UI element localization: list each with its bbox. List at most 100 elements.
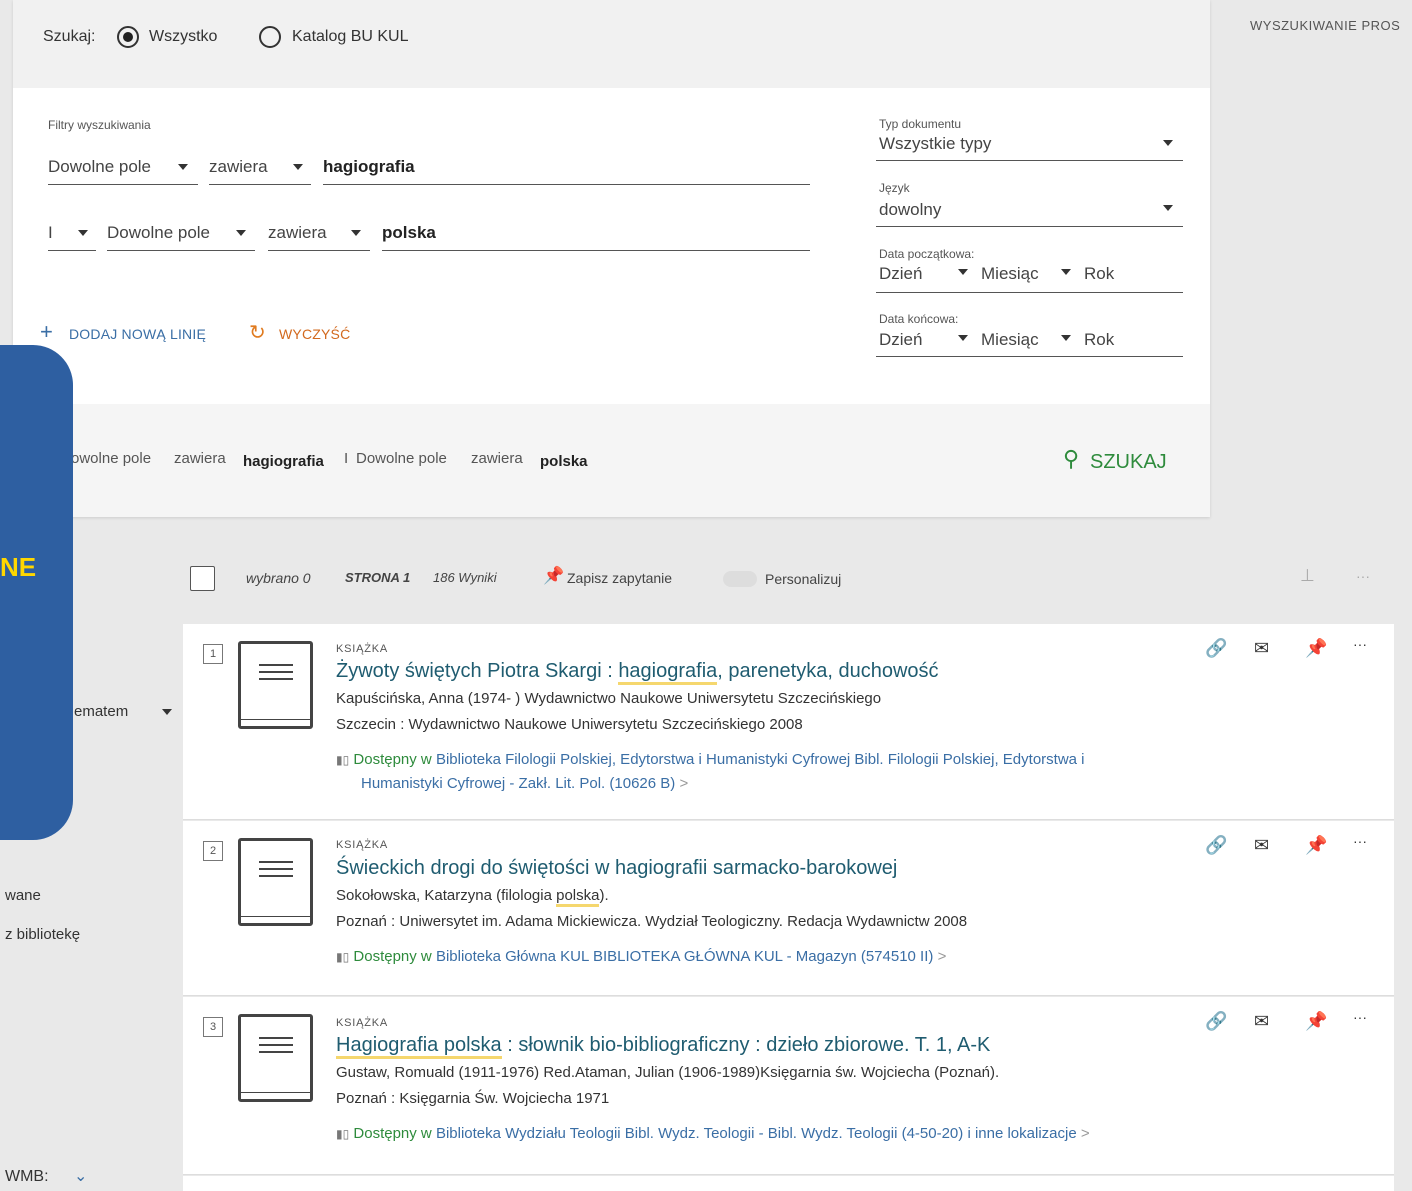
row2-operator-caret-icon[interactable] (351, 230, 361, 236)
lang-underline (876, 226, 1183, 227)
lang-caret-icon[interactable] (1163, 205, 1173, 211)
chevron-down-icon[interactable]: ⌄ (74, 1166, 87, 1186)
row1-operator-select[interactable]: zawiera (209, 157, 268, 177)
title-highlight[interactable]: hagiografia (618, 660, 718, 685)
summary-op-1: zawiera (174, 450, 226, 467)
scope-radio-catalog[interactable] (259, 26, 281, 48)
advanced-search-header[interactable]: WYSZUKIWANIE PROS (1250, 18, 1400, 33)
row1-value-input[interactable]: hagiografia (323, 157, 415, 177)
end-month-caret-icon[interactable] (1061, 335, 1071, 341)
doc-type-caret-icon[interactable] (1163, 140, 1173, 146)
availability-location[interactable]: Biblioteka Filologii Polskiej, Edytorstw… (436, 751, 1085, 768)
result-number: 3 (203, 1017, 223, 1037)
plus-icon[interactable]: + (40, 321, 53, 343)
link-icon[interactable]: 🔗 (1205, 1011, 1227, 1032)
start-day-select[interactable]: Dzień (879, 264, 922, 284)
email-icon[interactable]: ✉ (1254, 638, 1269, 659)
title-part[interactable]: , parenetyka, duchowość (717, 660, 938, 682)
search-button[interactable]: SZUKAJ (1090, 451, 1167, 474)
doc-type-select[interactable]: Wszystkie typy (879, 134, 991, 154)
row1-field-select[interactable]: Dowolne pole (48, 157, 151, 177)
start-month-caret-icon[interactable] (1061, 269, 1071, 275)
result-type: KSIĄŻKA (336, 643, 389, 655)
row1-field-underline (48, 184, 198, 185)
chevron-right-icon[interactable]: > (938, 948, 947, 965)
sort-select[interactable]: ematem (74, 703, 128, 720)
result-card-3[interactable]: 3 KSIĄŻKA Hagiografia polska : słownik b… (183, 997, 1394, 1175)
sort-caret-icon[interactable] (162, 709, 172, 715)
availability-location-cont[interactable]: Humanistyki Cyfrowej - Zakł. Lit. Pol. (… (361, 775, 675, 792)
availability[interactable]: ▮▯ Dostępny w Biblioteka Filologii Polsk… (336, 748, 1085, 796)
chevron-right-icon[interactable]: > (679, 775, 688, 792)
pinned-items-icon[interactable]: ⊥ (1300, 566, 1315, 586)
link-icon[interactable]: 🔗 (1205, 835, 1227, 856)
more-icon[interactable]: ··· (1356, 568, 1370, 584)
facet-item-2[interactable]: z bibliotekę (5, 926, 80, 943)
selected-count: wybrano 0 (246, 570, 311, 586)
more-icon[interactable]: ··· (1353, 1009, 1367, 1025)
result-card-1[interactable]: 1 KSIĄŻKA Żywoty świętych Piotra Skargi … (183, 624, 1394, 820)
result-card-4[interactable] (183, 1176, 1394, 1191)
save-query-button[interactable]: Zapisz zapytanie (567, 570, 672, 586)
availability-location[interactable]: Biblioteka Wydziału Teologii Bibl. Wydz.… (436, 1125, 1077, 1142)
facet-item-1[interactable]: wane (5, 887, 41, 904)
availability[interactable]: ▮▯ Dostępny w Biblioteka Główna KUL BIBL… (336, 945, 946, 969)
row2-boolean-select[interactable]: I (48, 223, 53, 243)
row1-operator-underline (209, 184, 311, 185)
row2-operator-select[interactable]: zawiera (268, 223, 327, 243)
add-line-button[interactable]: DODAJ NOWĄ LINIĘ (69, 326, 206, 342)
facet-wmb[interactable]: WMB: (5, 1168, 49, 1186)
result-title[interactable]: Żywoty świętych Piotra Skargi : hagiogra… (336, 660, 939, 685)
availability[interactable]: ▮▯ Dostępny w Biblioteka Wydziału Teolog… (336, 1122, 1090, 1146)
library-icon: ▮▯ (336, 950, 350, 964)
pin-icon[interactable]: 📌 (1305, 1011, 1327, 1032)
pin-icon[interactable]: 📌 (1305, 835, 1327, 856)
query-summary-bar: owolne pole zawiera hagiografia I Dowoln… (13, 404, 1210, 517)
row2-field-select[interactable]: Dowolne pole (107, 223, 210, 243)
result-number: 2 (203, 841, 223, 861)
row2-value-underline (382, 250, 810, 251)
end-month-select[interactable]: Miesiąc (981, 330, 1039, 350)
title-highlight[interactable]: Hagiografia polska (336, 1034, 502, 1059)
row1-field-caret-icon[interactable] (178, 164, 188, 170)
lang-select[interactable]: dowolny (879, 200, 941, 220)
email-icon[interactable]: ✉ (1254, 835, 1269, 856)
title-part[interactable]: Żywoty świętych Piotra Skargi : (336, 660, 618, 682)
scope-radio-all[interactable] (117, 26, 139, 48)
pin-icon[interactable]: 📌 (1305, 638, 1327, 659)
select-all-checkbox[interactable] (190, 566, 215, 591)
result-title[interactable]: Hagiografia polska : słownik bio-bibliog… (336, 1034, 990, 1059)
email-icon[interactable]: ✉ (1254, 1011, 1269, 1032)
results-count: 186 Wyniki (433, 570, 497, 585)
search-icon[interactable]: ⚲ (1063, 446, 1079, 472)
book-thumbnail[interactable] (238, 838, 313, 926)
start-year-input[interactable]: Rok (1084, 264, 1114, 284)
book-thumbnail[interactable] (238, 641, 313, 729)
start-month-select[interactable]: Miesiąc (981, 264, 1039, 284)
end-day-select[interactable]: Dzień (879, 330, 922, 350)
scope-option-catalog[interactable]: Katalog BU KUL (292, 28, 409, 46)
end-year-input[interactable]: Rok (1084, 330, 1114, 350)
row2-value-input[interactable]: polska (382, 223, 436, 243)
result-title[interactable]: Świeckich drogi do świętości w hagiograf… (336, 857, 897, 880)
undo-icon[interactable]: ↻ (249, 320, 266, 345)
chevron-right-icon[interactable]: > (1081, 1125, 1090, 1142)
row2-field-caret-icon[interactable] (236, 230, 246, 236)
end-day-caret-icon[interactable] (958, 335, 968, 341)
row2-boolean-caret-icon[interactable] (78, 230, 88, 236)
more-icon[interactable]: ··· (1353, 833, 1367, 849)
scope-option-all[interactable]: Wszystko (149, 28, 217, 46)
row1-operator-caret-icon[interactable] (293, 164, 303, 170)
personalize-toggle[interactable] (723, 571, 757, 587)
start-day-caret-icon[interactable] (958, 269, 968, 275)
availability-location[interactable]: Biblioteka Główna KUL BIBLIOTEKA GŁÓWNA … (436, 948, 933, 965)
pin-icon[interactable]: 📌 (543, 566, 564, 586)
result-card-2[interactable]: 2 KSIĄŻKA Świeckich drogi do świętości w… (183, 821, 1394, 996)
result-number: 1 (203, 644, 223, 664)
personalize-label: Personalizuj (765, 571, 842, 587)
clear-button[interactable]: WYCZYŚĆ (279, 326, 350, 342)
book-thumbnail[interactable] (238, 1014, 313, 1102)
title-part[interactable]: : słownik bio-bibliograficzny : dzieło z… (502, 1034, 990, 1056)
more-icon[interactable]: ··· (1353, 636, 1367, 652)
link-icon[interactable]: 🔗 (1205, 638, 1227, 659)
